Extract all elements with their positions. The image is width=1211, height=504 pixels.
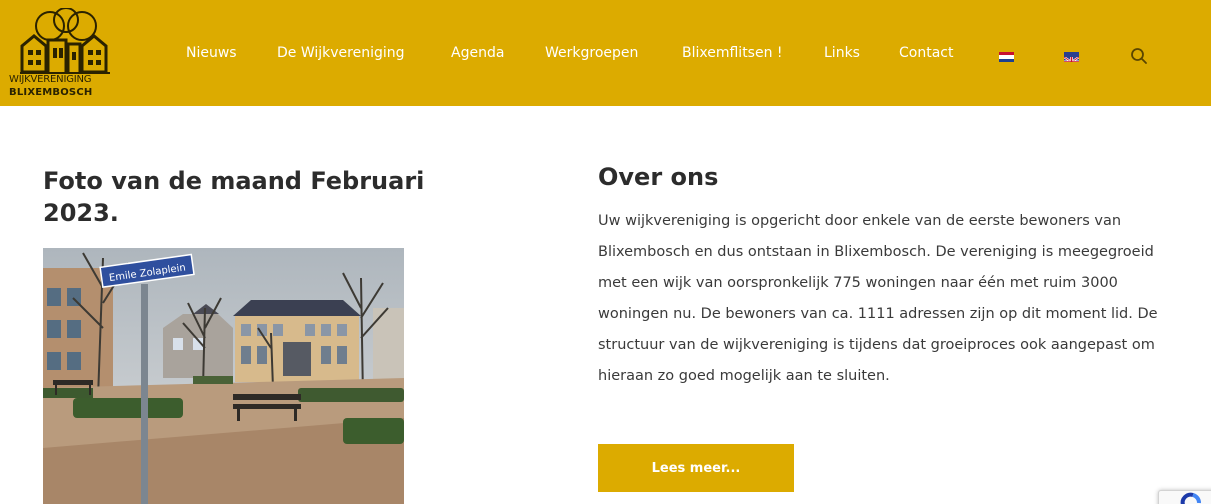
logo-text-line2: BLIXEMBOSCH xyxy=(9,87,93,98)
recaptcha-badge[interactable] xyxy=(1158,490,1211,504)
nav-item-blixemflitsen[interactable]: Blixemflitsen ! xyxy=(682,45,783,61)
trees-logo-icon xyxy=(20,8,110,74)
search-icon[interactable] xyxy=(1130,47,1148,65)
photo-of-month-title: Foto van de maand Februari 2023. xyxy=(43,167,425,227)
nl-flag-icon[interactable] xyxy=(999,52,1014,62)
uk-flag-icon[interactable] xyxy=(1064,52,1079,62)
about-text: Uw wijkvereniging is opgericht door enke… xyxy=(598,206,1158,392)
nav-item-werkgroepen[interactable]: Werkgroepen xyxy=(545,45,638,61)
recaptcha-icon xyxy=(1180,492,1201,504)
logo-text-line1: WIJKVERENIGING xyxy=(9,74,92,85)
nav-item-de-wijkvereniging[interactable]: De Wijkvereniging xyxy=(277,45,405,61)
read-more-button[interactable]: Lees meer... xyxy=(598,444,794,492)
nav-item-nieuws[interactable]: Nieuws xyxy=(186,45,237,61)
nav-item-contact[interactable]: Contact xyxy=(899,45,953,61)
nav-item-links[interactable]: Links xyxy=(824,45,860,61)
site-header: WIJKVERENIGING BLIXEMBOSCH Nieuws De Wij… xyxy=(0,0,1211,106)
about-title: Over ons xyxy=(598,163,719,191)
about-paragraph: Uw wijkvereniging is opgericht door enke… xyxy=(598,213,1158,384)
site-logo[interactable]: WIJKVERENIGING BLIXEMBOSCH xyxy=(6,6,121,103)
nav-item-agenda[interactable]: Agenda xyxy=(451,45,504,61)
photo-of-month-image[interactable]: Emile Zolaplein xyxy=(43,248,404,504)
